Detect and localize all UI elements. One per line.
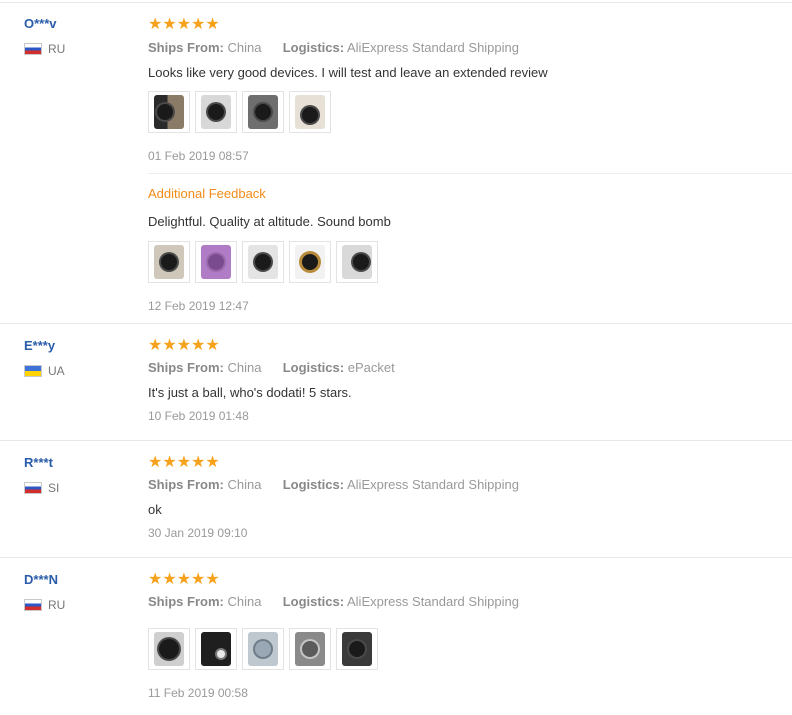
ships-from-value: China	[227, 40, 262, 55]
review-photo-thumbnail[interactable]	[195, 628, 237, 670]
user-country: RU	[24, 42, 65, 56]
additional-feedback-title: Additional Feedback	[148, 186, 266, 201]
review-body: ★★★★★ Ships From: China Logistics: AliEx…	[148, 571, 792, 701]
review-user: O***v RU	[24, 16, 65, 56]
review-photo-thumbnail[interactable]	[336, 241, 378, 283]
review-text: Looks like very good devices. I will tes…	[148, 65, 548, 80]
username-link[interactable]: R***t	[24, 455, 59, 471]
review-photo-thumbnail[interactable]	[242, 241, 284, 283]
star-rating: ★★★★★	[148, 571, 220, 588]
review-photos	[148, 628, 792, 670]
additional-feedback-date: 12 Feb 2019 12:47	[148, 299, 249, 313]
logistics-label: Logistics:	[282, 360, 345, 375]
review-photo-thumbnail[interactable]	[148, 91, 190, 133]
review-photo-thumbnail[interactable]	[195, 91, 237, 133]
logistics-label: Logistics:	[282, 594, 345, 609]
ships-from-label: Ships From:	[148, 40, 224, 55]
ships-from-label: Ships From:	[148, 477, 224, 492]
shipping-info: Ships From: China Logistics: AliExpress …	[148, 40, 792, 56]
review-text: It's just a ball, who's dodati! 5 stars.	[148, 385, 352, 400]
ukraine-flag-icon	[24, 365, 42, 377]
ships-from-value: China	[227, 477, 262, 492]
review-text: ok	[148, 502, 162, 517]
review-body: ★★★★★ Ships From: China Logistics: AliEx…	[148, 454, 792, 541]
ships-from-label: Ships From:	[148, 594, 224, 609]
country-code: RU	[48, 42, 66, 56]
review-divider	[0, 440, 792, 441]
user-country: UA	[24, 364, 65, 378]
review-divider	[0, 323, 792, 324]
logistics-label: Logistics:	[282, 40, 345, 55]
review-photo-thumbnail[interactable]	[289, 628, 331, 670]
username-link[interactable]: E***y	[24, 338, 65, 354]
slovenia-flag-icon	[24, 482, 42, 494]
additional-feedback-text: Delightful. Quality at altitude. Sound b…	[148, 214, 391, 229]
additional-divider	[148, 173, 792, 174]
country-code: UA	[48, 364, 65, 378]
logistics-value: ePacket	[347, 360, 395, 375]
username-link[interactable]: O***v	[24, 16, 65, 32]
review-photo-thumbnail[interactable]	[148, 628, 190, 670]
country-code: RU	[48, 598, 66, 612]
shipping-info: Ships From: China Logistics: ePacket	[148, 360, 792, 376]
russia-flag-icon	[24, 43, 42, 55]
review-user: D***N RU	[24, 572, 65, 612]
review-user: E***y UA	[24, 338, 65, 378]
ships-from-value: China	[227, 360, 262, 375]
review-photo-thumbnail[interactable]	[242, 628, 284, 670]
star-rating: ★★★★★	[148, 337, 220, 354]
russia-flag-icon	[24, 599, 42, 611]
logistics-value: AliExpress Standard Shipping	[347, 40, 519, 55]
user-country: SI	[24, 481, 59, 495]
star-rating: ★★★★★	[148, 16, 220, 33]
ships-from-value: China	[227, 594, 262, 609]
review-photo-thumbnail[interactable]	[336, 628, 378, 670]
review-date: 10 Feb 2019 01:48	[148, 409, 249, 423]
review-body: ★★★★★ Ships From: China Logistics: ePack…	[148, 337, 792, 424]
top-divider	[0, 2, 792, 3]
review-date: 30 Jan 2019 09:10	[148, 526, 248, 540]
additional-photos	[148, 241, 792, 283]
username-link[interactable]: D***N	[24, 572, 65, 588]
review-body: ★★★★★ Ships From: China Logistics: AliEx…	[148, 16, 792, 314]
review-user: R***t SI	[24, 455, 59, 495]
review-photo-thumbnail[interactable]	[148, 241, 190, 283]
logistics-label: Logistics:	[282, 477, 345, 492]
review-photo-thumbnail[interactable]	[195, 241, 237, 283]
country-code: SI	[48, 481, 60, 495]
logistics-value: AliExpress Standard Shipping	[347, 594, 519, 609]
shipping-info: Ships From: China Logistics: AliExpress …	[148, 477, 792, 493]
logistics-value: AliExpress Standard Shipping	[347, 477, 519, 492]
review-photo-thumbnail[interactable]	[242, 91, 284, 133]
review-divider	[0, 557, 792, 558]
review-photo-thumbnail[interactable]	[289, 91, 331, 133]
star-rating: ★★★★★	[148, 454, 220, 471]
review-date: 01 Feb 2019 08:57	[148, 149, 249, 163]
review-photo-thumbnail[interactable]	[289, 241, 331, 283]
shipping-info: Ships From: China Logistics: AliExpress …	[148, 594, 792, 610]
review-date: 11 Feb 2019 00:58	[148, 686, 248, 700]
ships-from-label: Ships From:	[148, 360, 224, 375]
user-country: RU	[24, 598, 65, 612]
review-photos	[148, 91, 792, 133]
